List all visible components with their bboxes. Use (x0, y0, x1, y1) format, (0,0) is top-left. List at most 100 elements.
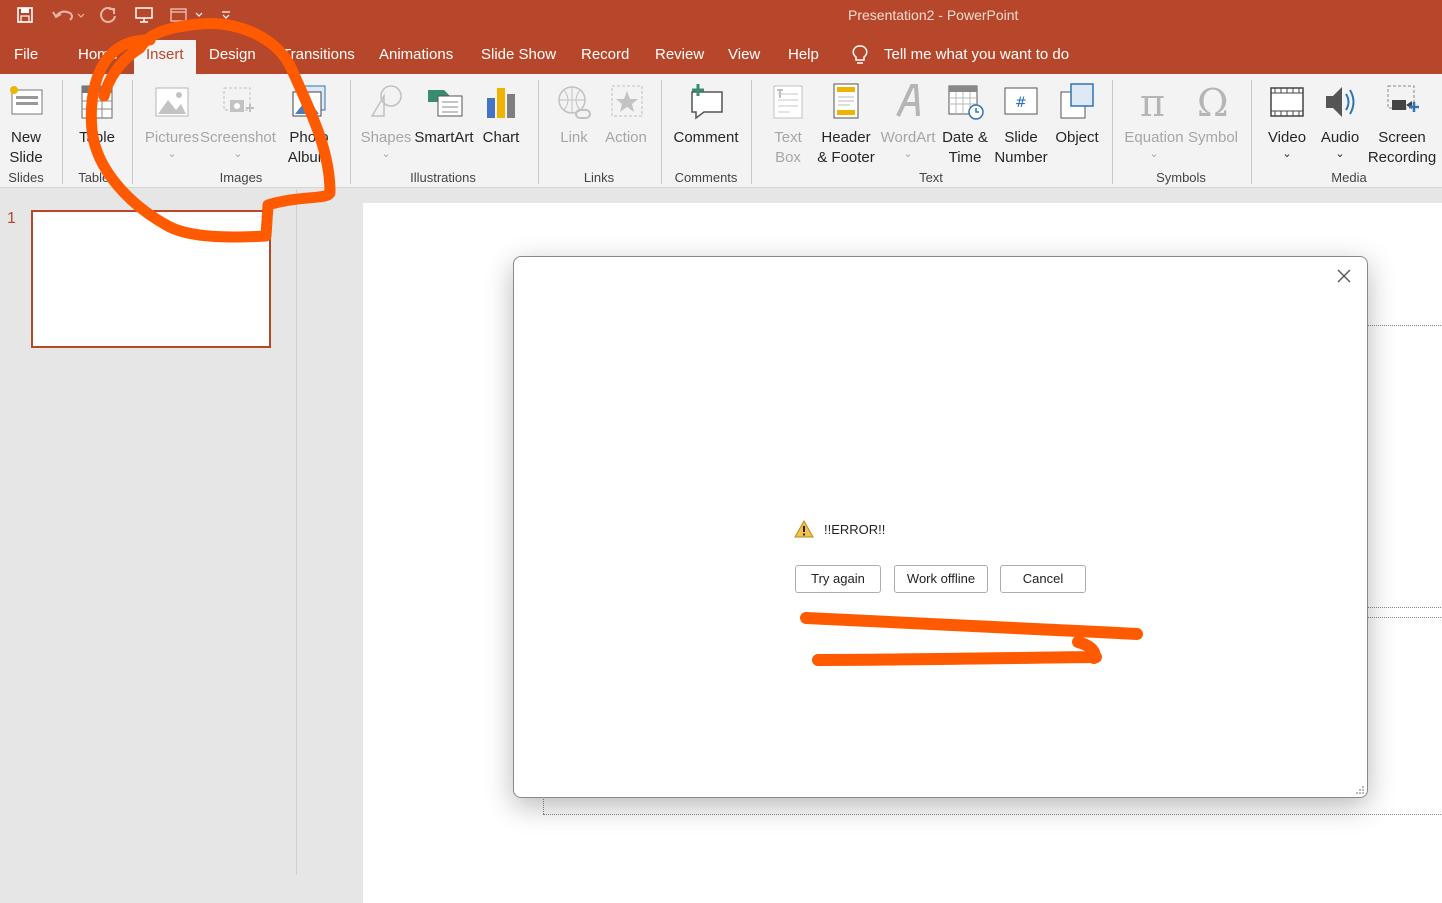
ribbon-tabs: File Home Insert Design Transitions Anim… (0, 30, 1442, 74)
window-title: Presentation2 - PowerPoint (848, 7, 1019, 23)
link-button[interactable]: Link (550, 82, 598, 148)
text-box-button[interactable]: Text Box (764, 82, 812, 168)
undo-icon[interactable] (50, 4, 86, 26)
date-time-icon (948, 85, 984, 120)
group-separator (661, 80, 662, 184)
tab-animations[interactable]: Animations (379, 46, 453, 63)
chevron-down-icon: ⌄ (233, 148, 243, 160)
date-time-button[interactable]: Date & Time (938, 82, 992, 168)
lightbulb-icon (852, 45, 868, 64)
tab-insert[interactable]: Insert (134, 40, 196, 74)
cancel-button[interactable]: Cancel (1000, 565, 1086, 593)
tab-slide-show[interactable]: Slide Show (481, 46, 556, 63)
action-icon (611, 85, 643, 117)
wordart-button[interactable]: WordArt ⌄ (878, 82, 938, 160)
equation-button[interactable]: π Equation ⌄ (1122, 82, 1186, 160)
group-separator (538, 80, 539, 184)
work-offline-button[interactable]: Work offline (894, 565, 988, 593)
group-separator (132, 80, 133, 184)
photo-album-label: Photo Album (287, 129, 331, 166)
symbol-button[interactable]: Ω Symbol (1186, 82, 1240, 148)
placeholder-border (1367, 325, 1442, 326)
tab-help[interactable]: Help (788, 46, 819, 63)
tab-file[interactable]: File (14, 46, 38, 63)
group-label-text: Text (919, 170, 943, 185)
group-label-tables: Tables (78, 170, 116, 185)
screen-recording-button[interactable]: Screen Recording (1364, 82, 1440, 168)
customize-toolbar-icon[interactable] (216, 4, 238, 26)
placeholder-border (543, 814, 1442, 815)
photo-album-icon (292, 85, 326, 117)
chevron-down-icon: ⌄ (167, 148, 177, 160)
chart-button[interactable]: Chart (477, 82, 525, 148)
screen-recording-label: Screen Recording (1367, 129, 1437, 166)
group-label-images: Images (219, 170, 263, 185)
chevron-down-icon: ⌄ (381, 148, 391, 160)
smartart-label: SmartArt (414, 129, 474, 146)
close-icon[interactable] (1333, 265, 1355, 287)
tab-record[interactable]: Record (581, 46, 629, 63)
header-footer-button[interactable]: Header & Footer (814, 82, 878, 168)
object-button[interactable]: Object (1050, 82, 1104, 148)
tell-me-search[interactable]: Tell me what you want to do (884, 46, 1069, 63)
present-from-beginning-icon[interactable] (133, 4, 155, 26)
screen-recording-icon (1387, 85, 1419, 112)
table-button[interactable]: Table ⌄ (70, 82, 124, 160)
shapes-icon (370, 85, 402, 117)
video-icon (1270, 87, 1304, 117)
smartart-button[interactable]: SmartArt (413, 82, 475, 148)
comment-label: Comment (673, 129, 739, 146)
action-button[interactable]: Action (600, 82, 652, 148)
photo-album-button[interactable]: Photo Album (276, 82, 342, 168)
chevron-down-icon: ⌄ (1282, 148, 1292, 160)
group-label-slides: Slides (8, 170, 44, 185)
save-icon[interactable] (14, 4, 36, 26)
audio-label: Audio (1320, 129, 1360, 146)
screenshot-button[interactable]: Screenshot ⌄ (200, 82, 276, 160)
new-slide-button[interactable]: New Slide (0, 82, 52, 168)
redo-icon[interactable] (97, 4, 119, 26)
pictures-button[interactable]: Pictures ⌄ (144, 82, 200, 160)
tab-review[interactable]: Review (655, 46, 704, 63)
group-label-media: Media (1331, 170, 1367, 185)
chevron-down-icon: ⌄ (903, 148, 913, 160)
text-box-label: Text Box (774, 129, 802, 166)
comment-button[interactable]: Comment (670, 82, 742, 148)
screenshot-label: Screenshot (200, 129, 276, 146)
equation-icon: π (1140, 82, 1165, 122)
placeholder-border (1367, 607, 1442, 608)
slide-number-button[interactable]: # Slide Number (992, 82, 1050, 168)
object-label: Object (1055, 129, 1099, 146)
audio-button[interactable]: Audio ⌄ (1316, 82, 1364, 160)
tab-view[interactable]: View (728, 46, 760, 63)
table-label: Table (79, 129, 115, 146)
video-button[interactable]: Video ⌄ (1262, 82, 1312, 160)
slide-layout-icon[interactable] (168, 4, 208, 26)
chevron-down-icon: ⌄ (1335, 148, 1345, 160)
pictures-label: Pictures (144, 129, 200, 146)
new-slide-icon (10, 86, 43, 115)
group-separator (350, 80, 351, 184)
resize-grip-icon[interactable] (1355, 785, 1365, 795)
smartart-icon (428, 90, 463, 117)
group-label-comments: Comments (674, 170, 738, 185)
tab-home[interactable]: Home (78, 46, 118, 63)
slide-thumbnail[interactable] (31, 210, 271, 348)
error-message-row: !!ERROR!! (794, 519, 885, 539)
symbol-label: Symbol (1187, 129, 1239, 146)
comment-icon (691, 84, 723, 120)
group-label-illustrations: Illustrations (410, 170, 476, 185)
chevron-down-icon: ⌄ (92, 148, 102, 160)
svg-text:Ω: Ω (1197, 82, 1229, 122)
slide-number-icon: # (1004, 87, 1038, 115)
tab-transitions[interactable]: Transitions (282, 46, 355, 63)
shapes-button[interactable]: Shapes ⌄ (359, 82, 413, 160)
group-separator (1112, 80, 1113, 184)
warning-icon (794, 520, 814, 538)
group-label-symbols: Symbols (1156, 170, 1206, 185)
chart-icon (487, 88, 515, 118)
tab-design[interactable]: Design (209, 46, 256, 63)
try-again-button[interactable]: Try again (795, 565, 881, 593)
symbol-icon: Ω (1197, 82, 1229, 122)
chevron-down-icon: ⌄ (1149, 148, 1159, 160)
